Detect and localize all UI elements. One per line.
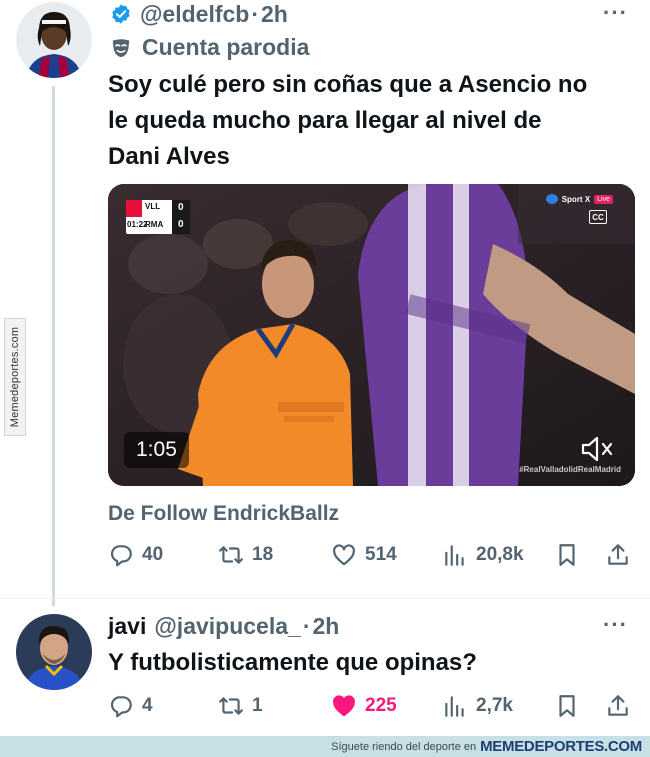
retweet-button[interactable]: 1 — [218, 693, 263, 719]
more-options-icon[interactable]: ··· — [603, 612, 628, 638]
video-hashtag: #RealValladolidRealMadrid — [519, 465, 621, 474]
avatar-image — [16, 2, 92, 78]
share-button[interactable] — [605, 542, 631, 568]
more-options-icon[interactable]: ··· — [603, 0, 628, 26]
tweet-text: Soy culé pero sin coñas que a Asencio no… — [108, 67, 587, 175]
tweet-text-line: le queda mucho para llegar al nivel de — [108, 107, 542, 134]
score-home-abbr: VLL — [145, 202, 161, 211]
mute-icon[interactable] — [579, 434, 615, 464]
share-button[interactable] — [605, 693, 631, 719]
bookmark-button[interactable] — [554, 542, 580, 568]
share-icon — [608, 695, 628, 716]
verified-badge-icon — [112, 4, 130, 24]
like-icon-filled — [333, 695, 355, 717]
like-button[interactable]: 514 — [331, 542, 397, 568]
footer-slogan: Síguete riendo del deporte en — [331, 740, 477, 753]
tweet-action-bar: 40 18 514 20,8k — [0, 540, 650, 574]
parody-label-text: Cuenta parodia — [142, 34, 310, 60]
retweet-count: 1 — [252, 695, 263, 716]
tweet-text: Y futbolisticamente que opinas? — [108, 649, 477, 676]
like-count: 514 — [365, 544, 397, 565]
like-icon — [333, 544, 355, 566]
retweet-button[interactable]: 18 — [218, 542, 273, 568]
score-away-abbr: RMA — [145, 220, 164, 229]
avatar[interactable] — [16, 614, 92, 690]
retweet-icon — [219, 697, 243, 715]
share-icon — [608, 544, 628, 565]
reply-button[interactable]: 4 — [108, 693, 153, 719]
reply-button[interactable]: 40 — [108, 542, 163, 568]
like-button[interactable]: 225 — [331, 693, 397, 719]
author-handle[interactable]: @eldelfcb — [140, 1, 249, 28]
footer-banner: Síguete riendo del deporte en MEMEDEPORT… — [0, 736, 650, 757]
retweet-count: 18 — [252, 544, 274, 565]
separator-dot: · — [251, 0, 260, 27]
tweet-main[interactable]: @eldelfcb · 2h ··· Cuenta parodia Soy cu… — [0, 0, 650, 598]
video-player[interactable]: VLL 01:22 RMA 0 0 Sport X Live CC #RealV… — [108, 184, 635, 486]
tweet-action-bar: 4 1 225 2,7k — [0, 691, 650, 725]
separator-dot: · — [302, 612, 311, 639]
reply-icon — [110, 696, 132, 718]
broadcaster-bug: Sport X Live — [545, 194, 613, 204]
avatar-image — [16, 614, 92, 690]
views-button[interactable]: 2,7k — [442, 693, 513, 719]
bookmark-button[interactable] — [554, 693, 580, 719]
tweet-text-line: Soy culé pero sin coñas que a Asencio no — [108, 71, 588, 98]
bookmark-icon — [559, 695, 575, 717]
views-count: 20,8k — [476, 544, 524, 565]
retweet-icon — [219, 546, 243, 564]
live-badge: Live — [594, 194, 613, 204]
score-bug: VLL 01:22 RMA 0 0 — [126, 200, 190, 239]
views-icon — [445, 696, 464, 717]
footer-brand[interactable]: MEMEDEPORTES.COM — [480, 738, 642, 755]
views-icon — [445, 545, 464, 566]
bookmark-icon — [559, 544, 575, 566]
closed-captions-button[interactable]: CC — [589, 210, 607, 224]
parody-account-label: Cuenta parodia — [110, 34, 309, 61]
tweet-text-line: Dani Alves — [108, 143, 230, 170]
tweet-header: @eldelfcb · 2h — [110, 0, 288, 28]
broadcaster-name: Sport X — [561, 194, 591, 204]
reply-count: 4 — [142, 695, 153, 716]
broadcaster-logo-icon — [545, 194, 558, 204]
tweet-header: javi @javipucela_ · 2h — [108, 612, 339, 640]
score-away: 0 — [178, 219, 184, 230]
like-count: 225 — [365, 695, 397, 716]
reply-count: 40 — [142, 544, 164, 565]
parody-mask-icon — [112, 38, 130, 57]
tweet-timestamp[interactable]: 2h — [261, 1, 288, 28]
author-display-name[interactable]: javi — [108, 613, 146, 640]
author-handle[interactable]: @javipucela_ — [154, 613, 300, 640]
tweet-reply[interactable]: javi @javipucela_ · 2h ··· Y futbolistic… — [0, 599, 650, 736]
tweet-timestamp[interactable]: 2h — [313, 613, 340, 640]
views-button[interactable]: 20,8k — [442, 542, 524, 568]
from-user-attribution[interactable]: De Follow EndrickBallz — [108, 502, 339, 526]
views-count: 2,7k — [476, 695, 513, 716]
avatar[interactable] — [16, 2, 92, 78]
score-home: 0 — [178, 202, 184, 213]
video-duration: 1:05 — [124, 432, 189, 468]
reply-icon — [110, 545, 132, 567]
